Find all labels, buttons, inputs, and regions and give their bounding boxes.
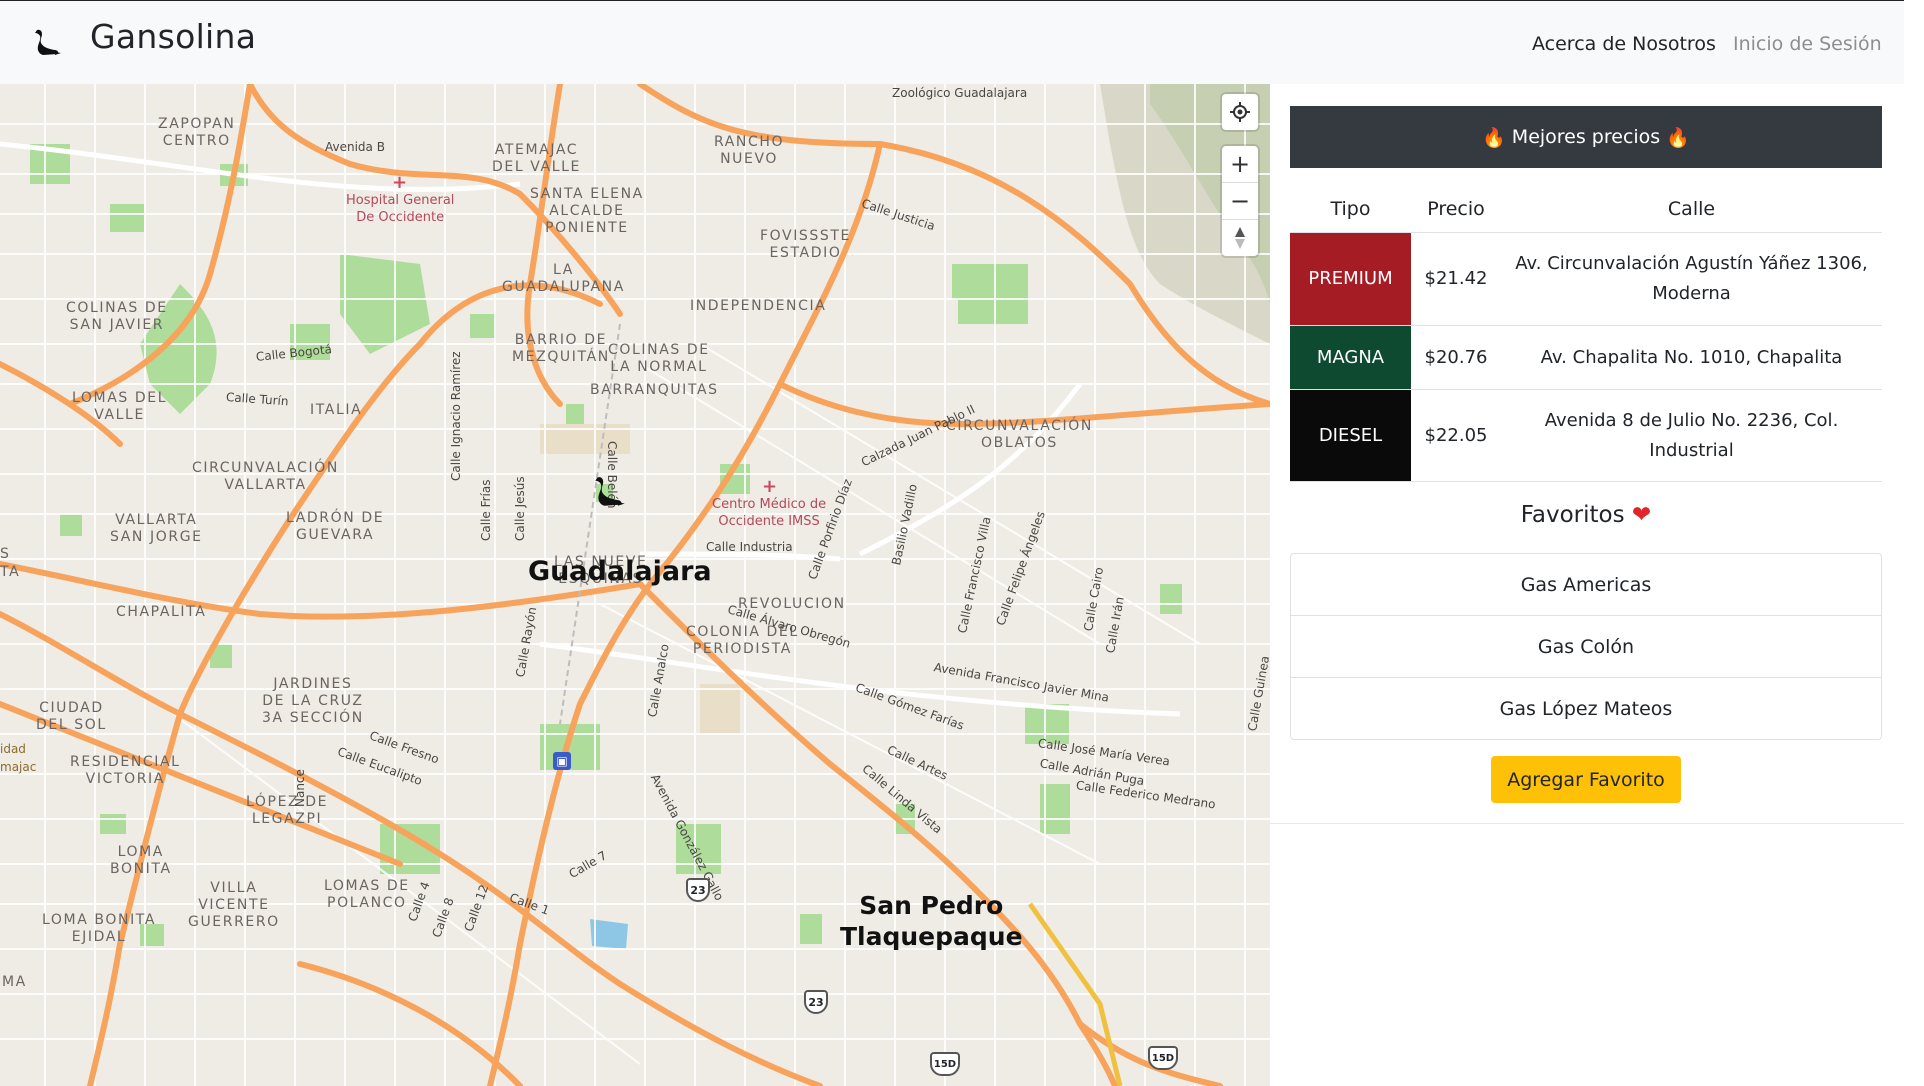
favorite-item[interactable]: Gas López Mateos: [1291, 677, 1881, 739]
brand-title[interactable]: Gansolina: [90, 15, 256, 59]
district-label: BARRANQUITAS: [590, 382, 719, 398]
edge-label: S: [0, 546, 11, 562]
street-cell: Av. Chapalita No. 1010, Chapalita: [1501, 325, 1882, 390]
city-label-tlaquepaque: San Pedro Tlaquepaque: [840, 891, 1023, 951]
street-label: Calle Frías: [479, 479, 493, 542]
fuel-type-cell: MAGNA: [1290, 325, 1411, 390]
edge-label: MA: [2, 974, 27, 990]
column-header-tipo: Tipo: [1290, 176, 1411, 233]
price-cell: $22.05: [1411, 389, 1501, 482]
street-label: Avenida B: [325, 140, 385, 154]
column-header-precio: Precio: [1411, 176, 1501, 233]
highway-shield: 15D: [1148, 1046, 1178, 1070]
highway-shield: 23: [686, 878, 710, 902]
zoom-out-icon[interactable]: −: [1222, 182, 1258, 219]
zoom-in-icon[interactable]: +: [1222, 146, 1258, 182]
column-header-calle: Calle: [1501, 176, 1882, 233]
highway-shield: 15D: [930, 1052, 960, 1076]
nav-about-link[interactable]: Acerca de Nosotros: [1532, 31, 1716, 57]
district-label: ZAPOPAN CENTRO: [158, 116, 236, 149]
edge-label: TA: [0, 564, 21, 580]
district-label: CIRCUNVALACIÓN OBLATOS: [946, 418, 1093, 451]
street-label: Zoológico Guadalajara: [892, 86, 1028, 100]
heart-icon: ❤: [1631, 502, 1652, 528]
district-label: FOVISSSTE ESTADIO: [760, 228, 851, 261]
district-label: LOMA BONITA: [110, 844, 172, 877]
best-prices-header: 🔥 Mejores precios 🔥: [1290, 106, 1882, 168]
district-label: LOMAS DEL VALLE: [72, 390, 168, 423]
price-cell: $20.76: [1411, 325, 1501, 390]
goose-marker-icon[interactable]: [594, 474, 626, 508]
best-prices-title: Mejores precios: [1511, 126, 1661, 148]
hospital-icon: +: [762, 476, 778, 497]
district-label: VILLA VICENTE GUERRERO: [188, 880, 280, 930]
table-row: PREMIUM $21.42 Av. Circunvalación Agustí…: [1290, 232, 1882, 326]
best-prices-table: Tipo Precio Calle PREMIUM $21.42 Av. Cir…: [1290, 176, 1882, 482]
geolocate-icon[interactable]: [1222, 94, 1258, 130]
navbar: Gansolina Acerca de Nosotros Inicio de S…: [0, 0, 1904, 84]
compass-icon[interactable]: [1222, 219, 1258, 256]
hospital-icon: +: [392, 172, 408, 193]
district-label: COLINAS DE LA NORMAL: [608, 342, 710, 375]
street-label: Calle Jesús: [513, 476, 527, 541]
district-label: LOMA BONITA EJIDAL: [42, 912, 157, 945]
favorites-list: Gas Americas Gas Colón Gas López Mateos: [1290, 553, 1882, 740]
table-row: DIESEL $22.05 Avenida 8 de Julio No. 223…: [1290, 389, 1882, 482]
district-label: SANTA ELENA ALCALDE PONIENTE: [530, 186, 644, 236]
district-label: ATEMAJAC DEL VALLE: [492, 142, 581, 175]
favorite-item[interactable]: Gas Colón: [1291, 615, 1881, 677]
price-cell: $21.42: [1411, 232, 1501, 326]
district-label: LOMAS DE POLANCO: [324, 878, 410, 911]
district-label: INDEPENDENCIA: [690, 298, 827, 314]
district-label: VALLARTA SAN JORGE: [110, 512, 203, 545]
district-label: RESIDENCIAL VICTORIA: [70, 754, 181, 787]
district-label: RANCHO NUEVO: [714, 134, 785, 167]
edge-label: idad: [0, 742, 26, 756]
district-label: COLINAS DE SAN JAVIER: [66, 300, 168, 333]
goose-logo-icon[interactable]: [34, 27, 62, 57]
add-favorite-button[interactable]: Agregar Favorito: [1491, 756, 1681, 803]
highway-shield: 23: [804, 990, 828, 1014]
district-label: LADRÓN DE GUEVARA: [286, 510, 385, 543]
map[interactable]: ZAPOPAN CENTRO ATEMAJAC DEL VALLE RANCHO…: [0, 84, 1270, 1086]
street-label: Calle Industria: [706, 540, 793, 554]
street-cell: Avenida 8 de Julio No. 2236, Col. Indust…: [1501, 389, 1882, 482]
edge-label: majac: [0, 760, 37, 774]
street-label: Nance: [293, 769, 307, 807]
fire-icon: 🔥: [1666, 126, 1690, 149]
favorites-title-text: Favoritos: [1520, 502, 1625, 528]
district-label: ITALIA: [310, 402, 363, 418]
district-label: LÓPEZ DE LEGAZPI: [246, 794, 329, 827]
street-label: Calle Ignacio Ramírez: [449, 351, 463, 481]
district-label: CIUDAD DEL SOL: [36, 700, 107, 733]
fuel-type-cell: DIESEL: [1290, 389, 1411, 482]
table-row: MAGNA $20.76 Av. Chapalita No. 1010, Cha…: [1290, 325, 1882, 390]
hospital-label: Hospital General De Occidente: [346, 193, 455, 225]
fire-icon: 🔥: [1482, 126, 1506, 149]
geolocate-control: [1222, 94, 1258, 130]
hospital-label: Centro Médico de Occidente IMSS: [712, 497, 827, 529]
district-label: BARRIO DE MEZQUITÁN: [512, 332, 610, 365]
fuel-type-cell: PREMIUM: [1290, 232, 1411, 326]
favorite-item[interactable]: Gas Americas: [1291, 554, 1881, 615]
sidebar: 🔥 Mejores precios 🔥 Tipo Precio Calle PR…: [1270, 84, 1904, 824]
city-label-guadalajara: Guadalajara: [528, 556, 712, 587]
street-cell: Av. Circunvalación Agustín Yáñez 1306, M…: [1501, 232, 1882, 326]
district-label: LA GUADALUPANA: [502, 262, 625, 295]
favorites-title: Favoritos ❤: [1290, 502, 1882, 528]
district-label: JARDINES DE LA CRUZ 3A SECCIÓN: [262, 676, 364, 726]
zoom-control: + −: [1222, 146, 1258, 256]
transit-icon: ▣: [553, 752, 571, 770]
district-label: CHAPALITA: [116, 604, 207, 620]
nav-login-link[interactable]: Inicio de Sesión: [1733, 31, 1882, 57]
district-label: CIRCUNVALACIÓN VALLARTA: [192, 460, 339, 493]
